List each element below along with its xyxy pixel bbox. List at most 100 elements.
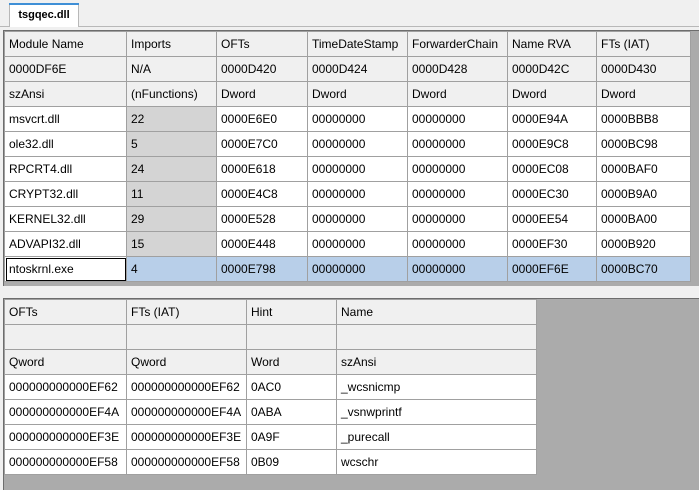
- fts-cell[interactable]: 0000BAF0: [596, 156, 691, 182]
- column-header[interactable]: TimeDateStamp: [307, 31, 408, 57]
- ofts-cell[interactable]: 0000E798: [216, 256, 308, 282]
- module-name-cell[interactable]: CRYPT32.dll: [4, 181, 127, 207]
- table-row[interactable]: ole32.dll 5 0000E7C0 00000000 00000000 0…: [4, 131, 691, 157]
- oft-cell[interactable]: 000000000000EF4A: [4, 399, 127, 425]
- column-header[interactable]: Name RVA: [507, 31, 597, 57]
- type-cell: (nFunctions): [126, 81, 217, 107]
- column-header[interactable]: Imports: [126, 31, 217, 57]
- type-cell: Word: [246, 349, 337, 375]
- function-name-cell[interactable]: _wcsnicmp: [336, 374, 537, 400]
- forwarder-cell[interactable]: 00000000: [407, 206, 508, 232]
- name-rva-cell[interactable]: 0000EF30: [507, 231, 597, 257]
- timestamp-cell[interactable]: 00000000: [307, 231, 408, 257]
- table-row[interactable]: 000000000000EF4A 000000000000EF4A 0ABA _…: [4, 399, 537, 425]
- tab-strip-border: [0, 26, 699, 27]
- type-cell: Dword: [407, 81, 508, 107]
- module-name-cell[interactable]: ntoskrnl.exe: [4, 256, 127, 282]
- ofts-cell[interactable]: 0000E448: [216, 231, 308, 257]
- function-name-cell[interactable]: _vsnwprintf: [336, 399, 537, 425]
- fts-cell[interactable]: 0000BA00: [596, 206, 691, 232]
- fts-cell[interactable]: 0000BBB8: [596, 106, 691, 132]
- fts-cell[interactable]: 0000BC98: [596, 131, 691, 157]
- table-row[interactable]: ADVAPI32.dll 15 0000E448 00000000 000000…: [4, 231, 691, 257]
- name-rva-cell[interactable]: 0000EE54: [507, 206, 597, 232]
- timestamp-cell[interactable]: 00000000: [307, 181, 408, 207]
- type-cell: Qword: [4, 349, 127, 375]
- function-name-cell[interactable]: wcschr: [336, 449, 537, 475]
- hint-cell[interactable]: 0ABA: [246, 399, 337, 425]
- ft-cell[interactable]: 000000000000EF3E: [126, 424, 247, 450]
- timestamp-cell[interactable]: 00000000: [307, 156, 408, 182]
- table-row[interactable]: CRYPT32.dll 11 0000E4C8 00000000 0000000…: [4, 181, 691, 207]
- column-header[interactable]: Module Name: [4, 31, 127, 57]
- imports-count-cell[interactable]: 29: [126, 206, 217, 232]
- forwarder-cell[interactable]: 00000000: [407, 231, 508, 257]
- ft-cell[interactable]: 000000000000EF4A: [126, 399, 247, 425]
- name-rva-cell[interactable]: 0000EF6E: [507, 256, 597, 282]
- timestamp-cell[interactable]: 00000000: [307, 106, 408, 132]
- module-name-cell[interactable]: msvcrt.dll: [4, 106, 127, 132]
- forwarder-cell[interactable]: 00000000: [407, 156, 508, 182]
- offset-cell: 0000DF6E: [4, 56, 127, 82]
- forwarder-cell[interactable]: 00000000: [407, 256, 508, 282]
- hint-cell[interactable]: 0A9F: [246, 424, 337, 450]
- timestamp-cell[interactable]: 00000000: [307, 131, 408, 157]
- oft-cell[interactable]: 000000000000EF62: [4, 374, 127, 400]
- ofts-cell[interactable]: 0000E4C8: [216, 181, 308, 207]
- oft-cell[interactable]: 000000000000EF58: [4, 449, 127, 475]
- oft-cell[interactable]: 000000000000EF3E: [4, 424, 127, 450]
- forwarder-cell[interactable]: 00000000: [407, 181, 508, 207]
- table-row[interactable]: KERNEL32.dll 29 0000E528 00000000 000000…: [4, 206, 691, 232]
- module-name-cell[interactable]: ADVAPI32.dll: [4, 231, 127, 257]
- pane-splitter[interactable]: [0, 287, 699, 297]
- imports-count-cell[interactable]: 24: [126, 156, 217, 182]
- offset-cell: [126, 324, 247, 350]
- column-header[interactable]: OFTs: [4, 299, 127, 325]
- tab-file[interactable]: tsgqec.dll: [9, 3, 79, 27]
- imports-count-cell[interactable]: 5: [126, 131, 217, 157]
- name-rva-cell[interactable]: 0000EC30: [507, 181, 597, 207]
- forwarder-cell[interactable]: 00000000: [407, 131, 508, 157]
- column-header[interactable]: Hint: [246, 299, 337, 325]
- imports-offset-row: 0000DF6E N/A 0000D420 0000D424 0000D428 …: [4, 56, 691, 82]
- timestamp-cell[interactable]: 00000000: [307, 256, 408, 282]
- function-name-cell[interactable]: _purecall: [336, 424, 537, 450]
- column-header[interactable]: Name: [336, 299, 537, 325]
- table-row[interactable]: msvcrt.dll 22 0000E6E0 00000000 00000000…: [4, 106, 691, 132]
- table-row[interactable]: 000000000000EF62 000000000000EF62 0AC0 _…: [4, 374, 537, 400]
- tab-strip: tsgqec.dll: [0, 0, 699, 27]
- hint-cell[interactable]: 0AC0: [246, 374, 337, 400]
- imports-count-cell[interactable]: 11: [126, 181, 217, 207]
- offset-cell: N/A: [126, 56, 217, 82]
- ft-cell[interactable]: 000000000000EF62: [126, 374, 247, 400]
- table-row[interactable]: 000000000000EF3E 000000000000EF3E 0A9F _…: [4, 424, 537, 450]
- ofts-cell[interactable]: 0000E6E0: [216, 106, 308, 132]
- column-header[interactable]: FTs (IAT): [596, 31, 691, 57]
- selected-table-row[interactable]: ntoskrnl.exe 4 0000E798 00000000 0000000…: [4, 256, 691, 282]
- forwarder-cell[interactable]: 00000000: [407, 106, 508, 132]
- ft-cell[interactable]: 000000000000EF58: [126, 449, 247, 475]
- module-name-cell[interactable]: RPCRT4.dll: [4, 156, 127, 182]
- offset-cell: [4, 324, 127, 350]
- ofts-cell[interactable]: 0000E7C0: [216, 131, 308, 157]
- name-rva-cell[interactable]: 0000E94A: [507, 106, 597, 132]
- table-row[interactable]: RPCRT4.dll 24 0000E618 00000000 00000000…: [4, 156, 691, 182]
- ofts-cell[interactable]: 0000E528: [216, 206, 308, 232]
- imports-count-cell[interactable]: 15: [126, 231, 217, 257]
- imports-count-cell[interactable]: 22: [126, 106, 217, 132]
- imports-count-cell[interactable]: 4: [126, 256, 217, 282]
- timestamp-cell[interactable]: 00000000: [307, 206, 408, 232]
- table-row[interactable]: 000000000000EF58 000000000000EF58 0B09 w…: [4, 449, 537, 475]
- module-name-cell[interactable]: KERNEL32.dll: [4, 206, 127, 232]
- hint-cell[interactable]: 0B09: [246, 449, 337, 475]
- ofts-cell[interactable]: 0000E618: [216, 156, 308, 182]
- name-rva-cell[interactable]: 0000E9C8: [507, 131, 597, 157]
- fts-cell[interactable]: 0000B920: [596, 231, 691, 257]
- column-header[interactable]: FTs (IAT): [126, 299, 247, 325]
- module-name-cell[interactable]: ole32.dll: [4, 131, 127, 157]
- column-header[interactable]: ForwarderChain: [407, 31, 508, 57]
- column-header[interactable]: OFTs: [216, 31, 308, 57]
- fts-cell[interactable]: 0000BC70: [596, 256, 691, 282]
- name-rva-cell[interactable]: 0000EC08: [507, 156, 597, 182]
- fts-cell[interactable]: 0000B9A0: [596, 181, 691, 207]
